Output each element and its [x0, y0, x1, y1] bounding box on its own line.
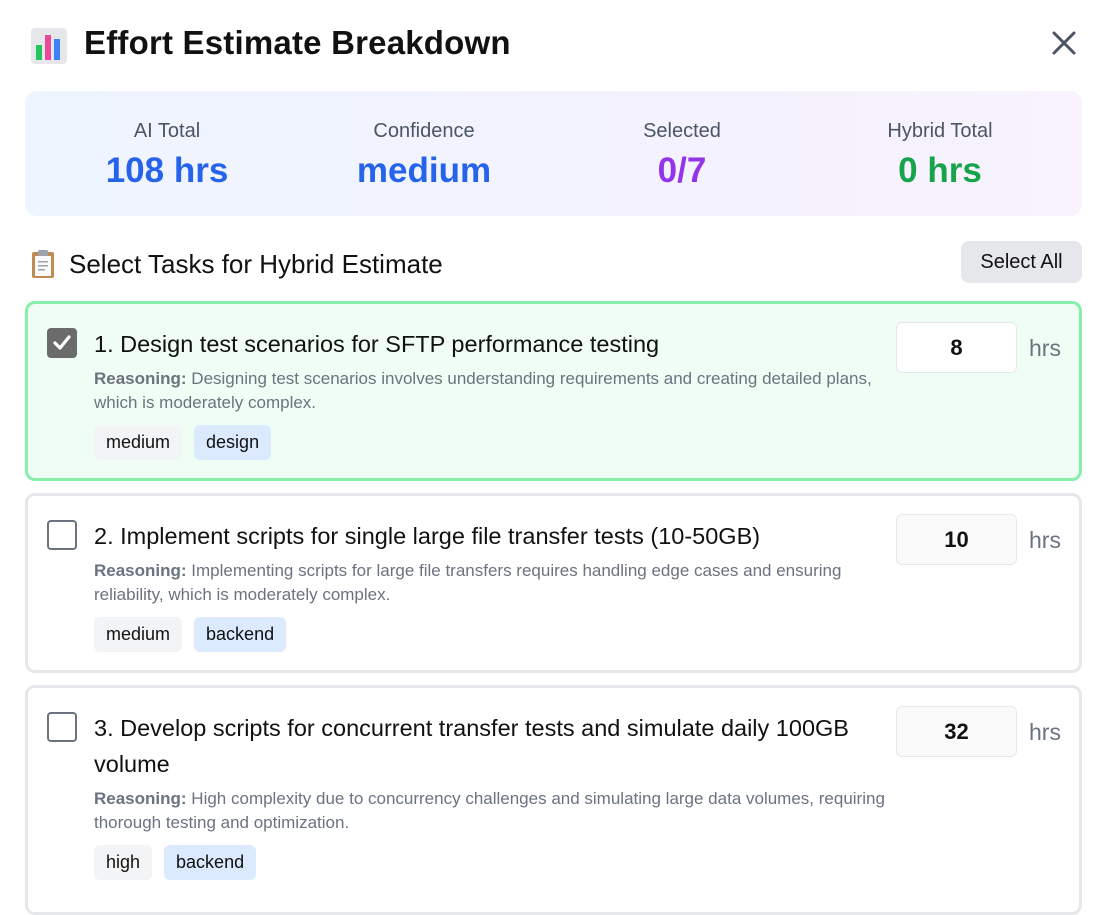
task-reasoning: Reasoning: Implementing scripts for larg…	[94, 559, 894, 607]
category-tag: backend	[164, 845, 257, 880]
category-tag: backend	[194, 617, 287, 652]
task-card[interactable]: 3. Develop scripts for concurrent transf…	[25, 685, 1082, 915]
summary-panel: AI Total 108 hrs Confidence medium Selec…	[25, 91, 1082, 216]
stat-label: AI Total	[133, 120, 201, 142]
hours-input[interactable]	[896, 706, 1017, 757]
clipboard-icon	[32, 250, 54, 278]
close-icon[interactable]	[1047, 26, 1081, 60]
reasoning-label: Reasoning:	[94, 369, 187, 388]
task-tags: medium backend	[94, 617, 287, 652]
category-tag: design	[194, 425, 272, 460]
task-reasoning: Reasoning: High complexity due to concur…	[94, 787, 894, 835]
stat-value: 0 hrs	[898, 151, 982, 190]
select-all-button[interactable]: Select All	[961, 241, 1082, 283]
hours-unit: hrs	[1029, 719, 1061, 745]
bar-chart-icon	[31, 28, 67, 64]
task-checkbox[interactable]	[47, 520, 77, 550]
checkmark-icon	[53, 335, 71, 350]
task-tags: high backend	[94, 845, 257, 880]
task-card[interactable]: 2. Implement scripts for single large fi…	[25, 493, 1082, 673]
hours-input[interactable]	[896, 322, 1017, 373]
task-card[interactable]: 1. Design test scenarios for SFTP perfor…	[25, 301, 1082, 481]
complexity-tag: high	[94, 845, 153, 880]
reasoning-label: Reasoning:	[94, 789, 187, 808]
complexity-tag: medium	[94, 617, 183, 652]
stat-label: Confidence	[373, 120, 475, 142]
task-checkbox[interactable]	[47, 328, 77, 358]
task-reasoning: Reasoning: Designing test scenarios invo…	[94, 367, 894, 415]
reasoning-label: Reasoning:	[94, 561, 187, 580]
hours-input[interactable]	[896, 514, 1017, 565]
stat-value: medium	[356, 151, 492, 190]
stat-value: 108 hrs	[105, 151, 229, 190]
modal-header: Effort Estimate Breakdown	[0, 0, 1108, 90]
reasoning-text: Designing test scenarios involves unders…	[94, 369, 872, 412]
reasoning-text: High complexity due to concurrency chall…	[94, 789, 885, 832]
hours-unit: hrs	[1029, 335, 1061, 361]
section-title: Select Tasks for Hybrid Estimate	[69, 249, 443, 279]
stat-value: 0/7	[657, 151, 707, 190]
reasoning-text: Implementing scripts for large file tran…	[94, 561, 842, 604]
stat-label: Hybrid Total	[887, 120, 993, 142]
complexity-tag: medium	[94, 425, 183, 460]
hours-unit: hrs	[1029, 527, 1061, 553]
task-title: 3. Develop scripts for concurrent transf…	[94, 715, 849, 777]
task-title: 1. Design test scenarios for SFTP perfor…	[94, 331, 660, 357]
task-tags: medium design	[94, 425, 272, 460]
stat-label: Selected	[643, 120, 721, 142]
task-title: 2. Implement scripts for single large fi…	[94, 523, 761, 549]
modal-title: Effort Estimate Breakdown	[84, 24, 511, 61]
task-checkbox[interactable]	[47, 712, 77, 742]
